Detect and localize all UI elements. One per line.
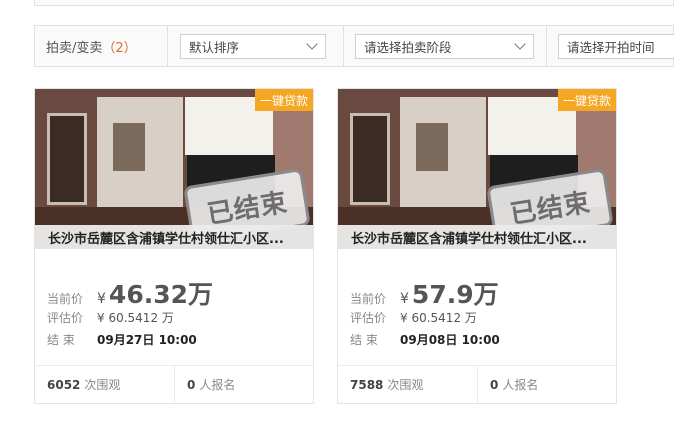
views-count: 7588 — [350, 377, 384, 392]
end-time-row: 结 束 09月08日 10:00 — [350, 331, 610, 353]
currency-symbol: ¥ — [97, 291, 106, 307]
photo-shelf — [416, 123, 448, 171]
current-price-row: 当前价 ¥ 57.9万 — [350, 275, 610, 309]
views-label: 次围观 — [84, 378, 121, 392]
current-price: 46.32万 — [108, 280, 213, 309]
filter-divider — [546, 26, 547, 66]
price-info: 当前价 ¥ 46.32万 评估价 ¥ 60.5412 万 结 束 09月27日 … — [47, 275, 307, 353]
appraisal-row: 评估价 ¥ 60.5412 万 — [350, 309, 610, 331]
filter-bar: 拍卖/变卖 （2） 默认排序 请选择拍卖阶段 请选择开拍时间 — [34, 25, 674, 67]
auction-stage-placeholder: 请选择拍卖阶段 — [364, 40, 452, 55]
auction-count: （2） — [102, 40, 137, 56]
property-photo[interactable]: 一键贷款 已结束 长沙市岳麓区含浦镇学仕村领仕汇小区... — [35, 89, 313, 249]
ended-stamp-text: 已结束 — [508, 187, 593, 230]
end-time-row: 结 束 09月27日 10:00 — [47, 331, 307, 353]
end-label: 结 束 — [47, 333, 75, 347]
chevron-down-icon — [514, 38, 526, 50]
signups-stat: 0 人报名 — [174, 366, 313, 403]
signups-label: 人报名 — [199, 378, 236, 392]
appraisal-row: 评估价 ¥ 60.5412 万 — [47, 309, 307, 331]
start-time-placeholder: 请选择开拍时间 — [567, 40, 655, 55]
price-info: 当前价 ¥ 57.9万 评估价 ¥ 60.5412 万 结 束 09月08日 1… — [350, 275, 610, 353]
card-stats: 7588 次围观 0 人报名 — [338, 365, 616, 403]
top-divider-strip — [34, 0, 674, 6]
property-photo[interactable]: 一键贷款 已结束 长沙市岳麓区含浦镇学仕村领仕汇小区... — [338, 89, 616, 249]
auction-card[interactable]: 一键贷款 已结束 长沙市岳麓区含浦镇学仕村领仕汇小区... 当前价 ¥ 46.3… — [34, 88, 314, 404]
chevron-down-icon — [306, 38, 318, 50]
views-label: 次围观 — [387, 378, 424, 392]
photo-door — [47, 113, 87, 205]
start-time-select[interactable]: 请选择开拍时间 — [558, 34, 674, 59]
photo-shelf — [113, 123, 145, 171]
auction-stage-select[interactable]: 请选择拍卖阶段 — [355, 34, 534, 59]
card-stats: 6052 次围观 0 人报名 — [35, 365, 313, 403]
filter-divider — [343, 26, 344, 66]
sort-select[interactable]: 默认排序 — [180, 34, 326, 59]
property-title[interactable]: 长沙市岳麓区含浦镇学仕村领仕汇小区... — [338, 225, 616, 249]
signups-count: 0 — [187, 377, 196, 392]
property-title[interactable]: 长沙市岳麓区含浦镇学仕村领仕汇小区... — [35, 225, 313, 249]
appraisal-value: ¥ 60.5412 万 — [400, 311, 477, 325]
end-time: 09月08日 10:00 — [400, 333, 500, 347]
loan-tag[interactable]: 一键贷款 — [558, 89, 616, 111]
signups-label: 人报名 — [502, 378, 539, 392]
appraisal-value: ¥ 60.5412 万 — [97, 311, 174, 325]
signups-stat: 0 人报名 — [477, 366, 616, 403]
current-price-label: 当前价 — [350, 292, 387, 306]
end-time: 09月27日 10:00 — [97, 333, 197, 347]
views-stat: 6052 次围观 — [35, 366, 174, 403]
auction-type-label[interactable]: 拍卖/变卖 （2） — [35, 26, 168, 66]
currency-symbol: ¥ — [400, 291, 409, 307]
end-label: 结 束 — [350, 333, 378, 347]
views-stat: 7588 次围观 — [338, 366, 477, 403]
photo-door — [350, 113, 390, 205]
auction-type-text: 拍卖/变卖 — [46, 40, 103, 56]
current-price-row: 当前价 ¥ 46.32万 — [47, 275, 307, 309]
auction-card[interactable]: 一键贷款 已结束 长沙市岳麓区含浦镇学仕村领仕汇小区... 当前价 ¥ 57.9… — [337, 88, 617, 404]
appraisal-label: 评估价 — [350, 311, 387, 325]
loan-tag[interactable]: 一键贷款 — [255, 89, 313, 111]
current-price: 57.9万 — [411, 280, 499, 309]
signups-count: 0 — [490, 377, 499, 392]
views-count: 6052 — [47, 377, 81, 392]
sort-select-value: 默认排序 — [189, 40, 240, 55]
current-price-label: 当前价 — [47, 292, 84, 306]
ended-stamp-text: 已结束 — [205, 187, 290, 230]
appraisal-label: 评估价 — [47, 311, 84, 325]
